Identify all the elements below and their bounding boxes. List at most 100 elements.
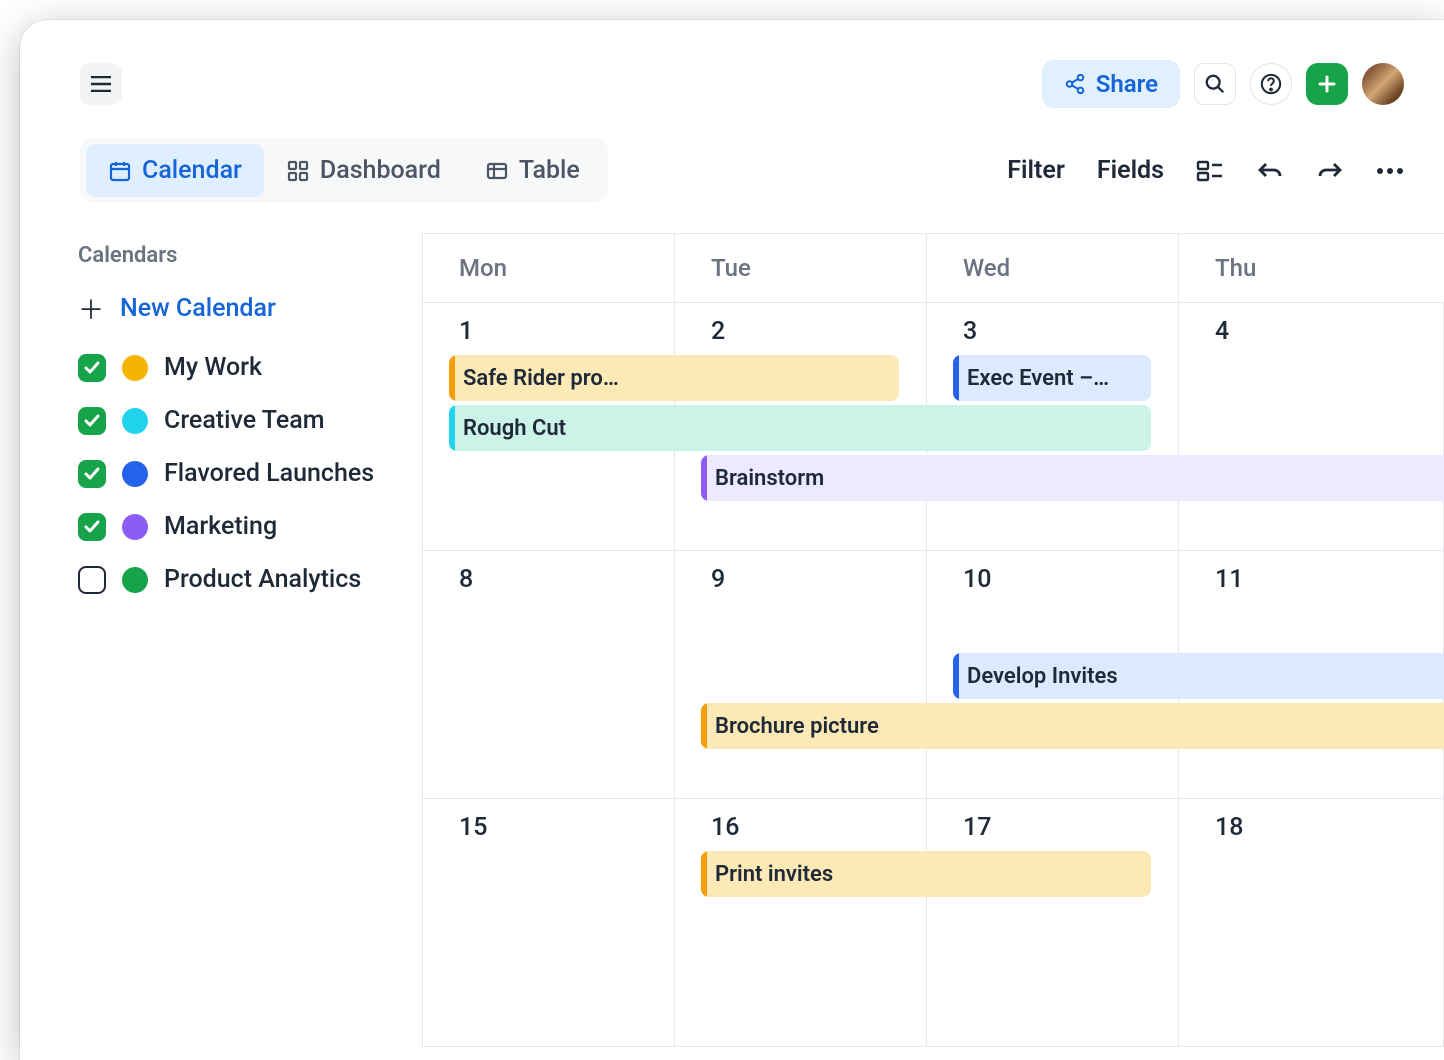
day-number: 11 [1215, 565, 1443, 594]
view-tabs: Calendar Dashboard Table [80, 138, 608, 203]
more-icon [1376, 167, 1404, 175]
event-label: Brainstorm [715, 466, 824, 491]
calendar-icon [108, 159, 132, 183]
calendar-item[interactable]: My Work [78, 353, 402, 382]
dashboard-icon [286, 159, 310, 183]
day-header: Mon [423, 234, 675, 302]
avatar[interactable] [1362, 63, 1404, 105]
calendar-day[interactable]: 17 [927, 799, 1179, 1046]
calendar-event[interactable]: Develop Invites [953, 653, 1444, 699]
calendar-week: 8 9 10 11 Develop Invites Brochure picture [423, 551, 1444, 799]
redo-button[interactable] [1316, 159, 1344, 183]
event-label: Brochure picture [715, 714, 879, 739]
tab-table[interactable]: Table [463, 144, 602, 197]
share-icon [1064, 73, 1086, 95]
plus-icon [1317, 74, 1337, 94]
layout-button[interactable] [1196, 159, 1224, 183]
tab-calendar[interactable]: Calendar [86, 144, 264, 197]
event-stripe [449, 405, 455, 451]
calendar-event[interactable]: Brochure picture [701, 703, 1444, 749]
color-dot [122, 408, 148, 434]
calendar-item[interactable]: Flavored Launches [78, 459, 402, 488]
day-number: 15 [459, 813, 674, 842]
day-header: Tue [675, 234, 927, 302]
search-icon [1204, 73, 1226, 95]
fields-button[interactable]: Fields [1097, 156, 1164, 185]
calendar-day[interactable]: 4 [1179, 303, 1444, 550]
event-label: Develop Invites [967, 664, 1118, 689]
plus-icon: ＋ [78, 290, 104, 327]
table-icon [485, 159, 509, 183]
hamburger-menu[interactable] [80, 63, 122, 105]
tab-dashboard[interactable]: Dashboard [264, 144, 463, 197]
new-calendar-button[interactable]: ＋ New Calendar [78, 290, 402, 327]
day-header: Thu [1179, 234, 1444, 302]
event-stripe [449, 355, 455, 401]
calendar-item[interactable]: Creative Team [78, 406, 402, 435]
layout-icon [1196, 159, 1224, 183]
day-number: 18 [1215, 813, 1443, 842]
more-button[interactable] [1376, 167, 1404, 175]
checkbox[interactable] [78, 407, 106, 435]
day-number: 3 [963, 317, 1178, 346]
event-label: Rough Cut [463, 416, 566, 441]
day-number: 16 [711, 813, 926, 842]
checkbox[interactable] [78, 460, 106, 488]
calendar-week: 1 2 3 4 Safe Rider pro… Exec Event –… Rough Cu… [423, 303, 1444, 551]
calendar-event[interactable]: Brainstorm [701, 455, 1444, 501]
day-number: 10 [963, 565, 1178, 594]
event-stripe [701, 455, 707, 501]
day-number: 17 [963, 813, 1178, 842]
checkbox[interactable] [78, 513, 106, 541]
color-dot [122, 461, 148, 487]
checkbox[interactable] [78, 354, 106, 382]
undo-icon [1256, 159, 1284, 183]
calendar-event[interactable]: Print invites [701, 851, 1151, 897]
share-button[interactable]: Share [1042, 60, 1180, 108]
filter-button[interactable]: Filter [1007, 156, 1065, 185]
add-button[interactable] [1306, 63, 1348, 105]
calendar-item[interactable]: Marketing [78, 512, 402, 541]
event-label: Safe Rider pro… [463, 366, 619, 391]
calendar-label: Creative Team [164, 406, 324, 435]
color-dot [122, 514, 148, 540]
new-calendar-label: New Calendar [120, 294, 276, 323]
redo-icon [1316, 159, 1344, 183]
calendar-event[interactable]: Rough Cut [449, 405, 1151, 451]
calendar-item[interactable]: Product Analytics [78, 565, 402, 594]
color-dot [122, 567, 148, 593]
calendar-day[interactable]: 9 [675, 551, 927, 798]
calendar-event[interactable]: Exec Event –… [953, 355, 1151, 401]
event-label: Print invites [715, 862, 833, 887]
color-dot [122, 355, 148, 381]
event-stripe [701, 703, 707, 749]
calendar-day[interactable]: 15 [423, 799, 675, 1046]
day-number: 1 [459, 317, 674, 346]
sidebar-heading: Calendars [78, 243, 402, 268]
help-button[interactable] [1250, 63, 1292, 105]
event-stripe [953, 653, 959, 699]
day-number: 2 [711, 317, 926, 346]
search-button[interactable] [1194, 63, 1236, 105]
calendar-day[interactable]: 18 [1179, 799, 1444, 1046]
hamburger-icon [91, 76, 111, 92]
help-icon [1260, 73, 1282, 95]
calendar-label: Flavored Launches [164, 459, 374, 488]
calendar-label: Product Analytics [164, 565, 361, 594]
day-number: 9 [711, 565, 926, 594]
undo-button[interactable] [1256, 159, 1284, 183]
checkbox[interactable] [78, 566, 106, 594]
calendar-day[interactable]: 8 [423, 551, 675, 798]
event-label: Exec Event –… [967, 366, 1109, 391]
event-stripe [701, 851, 707, 897]
calendar-day[interactable]: 16 [675, 799, 927, 1046]
event-stripe [953, 355, 959, 401]
calendar-label: Marketing [164, 512, 277, 541]
share-label: Share [1096, 70, 1158, 98]
day-header: Wed [927, 234, 1179, 302]
day-number: 8 [459, 565, 674, 594]
calendar-label: My Work [164, 353, 262, 382]
calendar-week: 15 16 17 18 Print invites [423, 799, 1444, 1047]
day-number: 4 [1215, 317, 1443, 346]
calendar-event[interactable]: Safe Rider pro… [449, 355, 899, 401]
